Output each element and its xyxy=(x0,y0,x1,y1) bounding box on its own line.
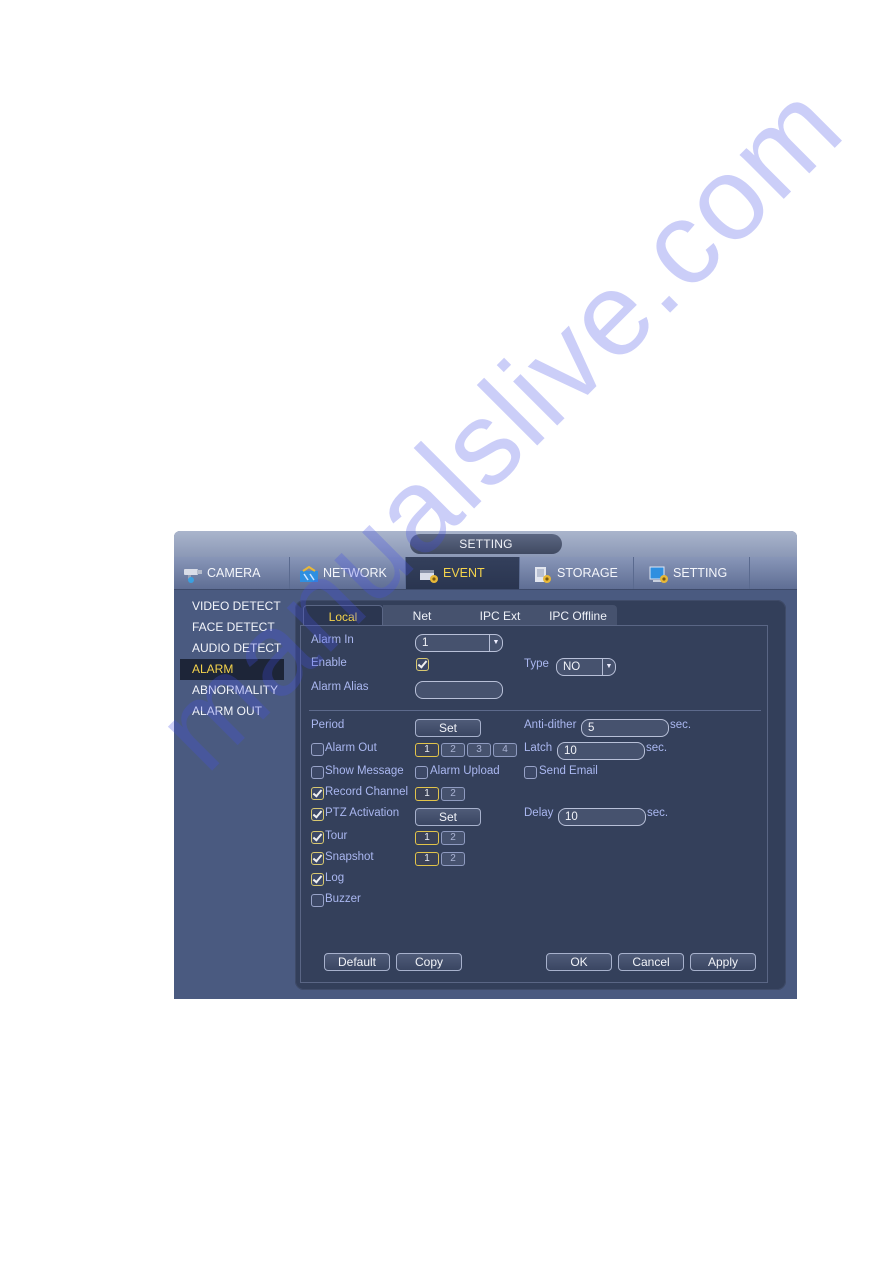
anti-dither-input[interactable]: 5 xyxy=(581,719,669,737)
snapshot-channel-2[interactable]: 2 xyxy=(441,852,465,866)
apply-button[interactable]: Apply xyxy=(690,953,756,971)
enable-checkbox[interactable] xyxy=(416,658,429,671)
nav-tab-storage[interactable]: STORAGE xyxy=(520,557,634,589)
nav-tab-label: NETWORK xyxy=(323,566,387,580)
ok-button[interactable]: OK xyxy=(546,953,612,971)
default-button[interactable]: Default xyxy=(324,953,390,971)
alarm-panel: Local Net IPC Ext IPC Offline Alarm In 1… xyxy=(295,600,786,990)
delay-unit: sec. xyxy=(647,807,669,819)
ptz-activation-checkbox[interactable] xyxy=(311,808,324,821)
alarm-alias-input[interactable] xyxy=(415,681,503,699)
cancel-button[interactable]: Cancel xyxy=(618,953,684,971)
send-email-label: Send Email xyxy=(539,765,598,777)
camera-icon xyxy=(182,564,204,583)
main-nav: CAMERA NETWORK EVENT STORAGE SETTING xyxy=(174,557,797,590)
tour-label: Tour xyxy=(325,830,348,842)
setting-icon xyxy=(648,564,670,583)
alarm-out-channel-4[interactable]: 4 xyxy=(493,743,517,757)
log-label: Log xyxy=(325,872,345,884)
nav-tab-setting[interactable]: SETTING xyxy=(634,557,750,589)
alarm-out-label: Alarm Out xyxy=(325,742,377,754)
send-email-checkbox[interactable] xyxy=(524,766,537,779)
latch-label: Latch xyxy=(524,742,553,754)
alarm-upload-checkbox[interactable] xyxy=(415,766,428,779)
type-dropdown[interactable]: NO ▼ xyxy=(556,658,616,676)
tour-channel-2[interactable]: 2 xyxy=(441,831,465,845)
tour-checkbox[interactable] xyxy=(311,831,324,844)
nav-tab-label: SETTING xyxy=(673,566,728,580)
show-message-checkbox[interactable] xyxy=(311,766,324,779)
event-icon xyxy=(418,564,440,583)
buzzer-label: Buzzer xyxy=(325,893,361,905)
network-icon xyxy=(298,564,320,582)
sidebar-item-face-detect[interactable]: FACE DETECT xyxy=(180,617,284,638)
type-label: Type xyxy=(524,658,549,670)
title-bar: SETTING xyxy=(174,531,797,557)
sidebar-item-abnormality[interactable]: ABNORMALITY xyxy=(180,680,284,701)
nav-tab-network[interactable]: NETWORK xyxy=(290,557,406,589)
storage-icon xyxy=(532,564,554,583)
alarm-out-channel-3[interactable]: 3 xyxy=(467,743,491,757)
window-title: SETTING xyxy=(410,534,562,554)
sidebar-item-video-detect[interactable]: VIDEO DETECT xyxy=(180,596,284,617)
record-channel-2[interactable]: 2 xyxy=(441,787,465,801)
show-message-label: Show Message xyxy=(325,765,404,777)
ptz-activation-label: PTZ Activation xyxy=(325,807,400,819)
alarm-out-channel-2[interactable]: 2 xyxy=(441,743,465,757)
chevron-down-icon: ▼ xyxy=(602,659,615,675)
latch-input[interactable]: 10 xyxy=(557,742,645,760)
log-checkbox[interactable] xyxy=(311,873,324,886)
latch-unit: sec. xyxy=(646,742,668,754)
anti-dither-label: Anti-dither xyxy=(524,719,577,731)
anti-dither-unit: sec. xyxy=(670,719,692,731)
nav-tab-camera[interactable]: CAMERA xyxy=(174,557,290,589)
tour-channel-1[interactable]: 1 xyxy=(415,831,439,845)
buzzer-checkbox[interactable] xyxy=(311,894,324,907)
form-area: Alarm In 1 ▼ Enable Type NO ▼ Alarm Alia… xyxy=(300,625,768,983)
record-channel-checkbox[interactable] xyxy=(311,787,324,800)
subtab-ipc-offline[interactable]: IPC Offline xyxy=(539,605,617,627)
alarm-upload-label: Alarm Upload xyxy=(430,765,500,777)
enable-label: Enable xyxy=(311,657,347,669)
alarm-in-label: Alarm In xyxy=(311,634,354,646)
period-set-button[interactable]: Set xyxy=(415,719,481,737)
subtab-bar: Local Net IPC Ext IPC Offline xyxy=(303,605,617,628)
delay-label: Delay xyxy=(524,807,554,819)
snapshot-checkbox[interactable] xyxy=(311,852,324,865)
alarm-in-value: 1 xyxy=(422,637,429,649)
sidebar: VIDEO DETECT FACE DETECT AUDIO DETECT AL… xyxy=(174,591,292,722)
chevron-down-icon: ▼ xyxy=(489,635,502,651)
divider xyxy=(309,710,761,711)
sidebar-item-audio-detect[interactable]: AUDIO DETECT xyxy=(180,638,284,659)
sidebar-item-alarm-out[interactable]: ALARM OUT xyxy=(180,701,284,722)
type-value: NO xyxy=(563,661,581,673)
nav-tab-label: CAMERA xyxy=(207,566,261,580)
ptz-set-button[interactable]: Set xyxy=(415,808,481,826)
alarm-alias-label: Alarm Alias xyxy=(311,681,369,693)
snapshot-label: Snapshot xyxy=(325,851,374,863)
alarm-out-checkbox[interactable] xyxy=(311,743,324,756)
record-channel-label: Record Channel xyxy=(325,786,409,798)
snapshot-channel-1[interactable]: 1 xyxy=(415,852,439,866)
sidebar-item-alarm[interactable]: ALARM xyxy=(180,659,284,680)
period-label: Period xyxy=(311,719,345,731)
nav-tab-label: EVENT xyxy=(443,566,485,580)
nav-tab-event[interactable]: EVENT xyxy=(406,557,520,589)
nav-tab-label: STORAGE xyxy=(557,566,618,580)
delay-input[interactable]: 10 xyxy=(558,808,646,826)
subtab-ipc-ext[interactable]: IPC Ext xyxy=(461,605,539,627)
record-channel-1[interactable]: 1 xyxy=(415,787,439,801)
settings-window: SETTING CAMERA NETWORK EVENT STORAGE SET… xyxy=(174,531,797,999)
subtab-net[interactable]: Net xyxy=(383,605,461,627)
copy-button[interactable]: Copy xyxy=(396,953,462,971)
alarm-out-channel-1[interactable]: 1 xyxy=(415,743,439,757)
alarm-in-dropdown[interactable]: 1 ▼ xyxy=(415,634,503,652)
